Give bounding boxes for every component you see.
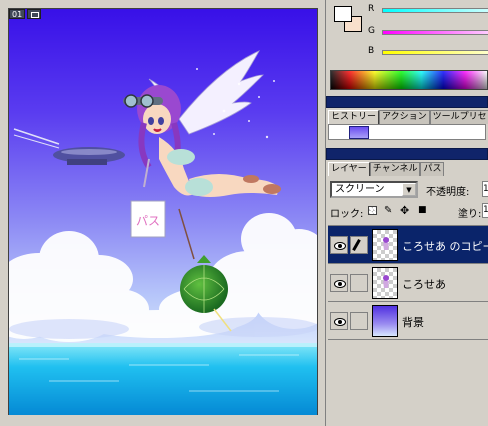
visibility-eye-icon[interactable] bbox=[330, 274, 348, 292]
history-panel-titlebar[interactable] bbox=[326, 96, 488, 108]
color-spectrum-bar[interactable] bbox=[330, 70, 488, 90]
tab-history[interactable]: ヒストリー bbox=[328, 110, 380, 124]
visibility-eye-icon[interactable] bbox=[330, 236, 348, 254]
layer-name[interactable]: ころせあ bbox=[402, 276, 446, 292]
tab-paths[interactable]: パス bbox=[420, 162, 445, 176]
history-snapshot-thumbnail[interactable] bbox=[349, 126, 369, 139]
canvas-artwork[interactable]: パス bbox=[9, 9, 318, 422]
layer-link-box[interactable] bbox=[350, 312, 368, 330]
layer-name[interactable]: ころせあ のコピー bbox=[402, 238, 488, 254]
lock-all-icon[interactable]: ■ bbox=[418, 206, 427, 215]
tab-channels[interactable]: チャンネル bbox=[369, 162, 421, 176]
fill-input[interactable]: 1 bbox=[482, 203, 488, 218]
document-badges: 01 bbox=[9, 9, 42, 19]
blend-mode-select[interactable]: スクリーン ▼ bbox=[330, 181, 418, 198]
visibility-eye-icon[interactable] bbox=[330, 312, 348, 330]
layers-tabs: レイヤー チャンネル パス bbox=[328, 162, 445, 176]
layers-panel: レイヤー チャンネル パス スクリーン ▼ 不透明度: 1 ロック: ✎ ✥ ■… bbox=[326, 148, 488, 426]
layer-thumbnail bbox=[372, 267, 398, 299]
lock-position-icon[interactable]: ✥ bbox=[400, 205, 409, 216]
opacity-input[interactable]: 1 bbox=[482, 181, 488, 197]
layer-row-background[interactable]: 背景 bbox=[328, 302, 488, 340]
layer-row-copy[interactable]: ころせあ のコピー bbox=[328, 226, 488, 264]
slider-g-track[interactable] bbox=[382, 30, 488, 35]
horizontal-scrollbar[interactable] bbox=[8, 415, 318, 423]
tab-layers[interactable]: レイヤー bbox=[328, 162, 370, 176]
layers-panel-titlebar[interactable] bbox=[326, 148, 488, 160]
svg-text:パス: パス bbox=[136, 214, 160, 228]
lock-image-icon[interactable]: ✎ bbox=[384, 206, 393, 216]
slider-r-label: R bbox=[368, 4, 375, 14]
lock-transparency-icon[interactable] bbox=[368, 206, 377, 215]
slider-r-track[interactable] bbox=[382, 8, 488, 13]
layer-row-koroseа[interactable]: ころせあ bbox=[328, 264, 488, 302]
history-list[interactable] bbox=[328, 124, 486, 140]
layer-link-box[interactable] bbox=[350, 274, 368, 292]
layer-list: ころせあ のコピー ころせあ 背景 bbox=[328, 225, 488, 425]
layer-thumbnail bbox=[372, 229, 398, 261]
color-panel: R 2 G 2 B 2 bbox=[326, 0, 488, 96]
screen-mode-icon[interactable] bbox=[27, 9, 42, 19]
photoshop-workspace: パス 01 R G B ヒストリー アクション ツールプリセ レイヤー チャンネ… bbox=[0, 0, 488, 426]
slider-b-label: B bbox=[368, 46, 375, 56]
slider-b-track[interactable] bbox=[382, 50, 488, 55]
lock-row: ロック: ✎ ✥ ■ 塗り: 1 bbox=[330, 203, 488, 220]
canvas-frame[interactable]: パス bbox=[8, 8, 318, 422]
history-panel: ヒストリー アクション ツールプリセ bbox=[326, 96, 488, 148]
chevron-down-icon[interactable]: ▼ bbox=[402, 183, 416, 196]
opacity-label: 不透明度: bbox=[426, 187, 470, 198]
layer-thumbnail bbox=[372, 305, 398, 337]
slider-b: B 2 bbox=[368, 46, 488, 60]
fill-label: 塗り: bbox=[458, 209, 482, 220]
palette-dock: R 2 G 2 B 2 ヒストリー bbox=[326, 0, 488, 426]
brush-icon[interactable] bbox=[350, 236, 368, 254]
document-window: パス 01 bbox=[0, 0, 326, 426]
layer-name[interactable]: 背景 bbox=[402, 314, 424, 330]
slider-r: R 2 bbox=[368, 4, 488, 18]
lock-label: ロック: bbox=[330, 209, 364, 220]
slider-g-label: G bbox=[368, 26, 375, 36]
foreground-color-swatch[interactable] bbox=[334, 6, 352, 22]
history-tabs: ヒストリー アクション ツールプリセ bbox=[328, 110, 488, 124]
tab-actions[interactable]: アクション bbox=[379, 110, 430, 124]
tab-tool-presets[interactable]: ツールプリセ bbox=[429, 110, 488, 124]
document-number-badge: 01 bbox=[9, 9, 26, 19]
blend-mode-value: スクリーン bbox=[335, 184, 385, 195]
blend-opacity-row: スクリーン ▼ 不透明度: 1 bbox=[330, 181, 488, 199]
slider-g: G 2 bbox=[368, 26, 488, 40]
